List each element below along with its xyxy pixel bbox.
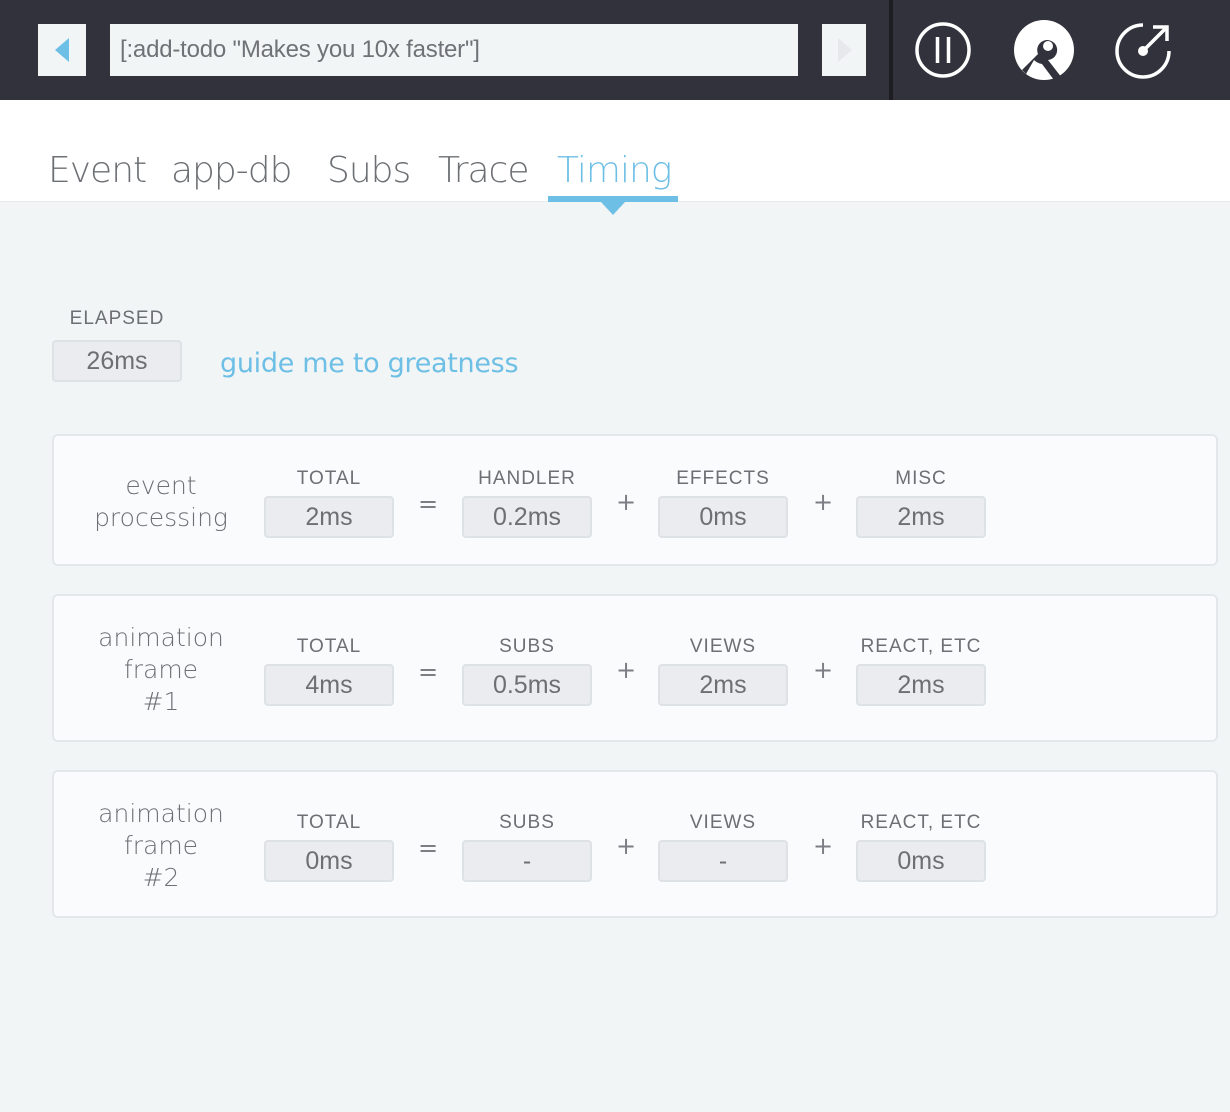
cell-label: REACT, ETC (860, 636, 982, 657)
plus-sign: + (812, 656, 834, 684)
tab-timing[interactable]: Timing (557, 148, 672, 194)
cell-value: 0.5ms (462, 664, 592, 706)
elapsed-value: 26ms (52, 340, 182, 382)
previous-event-button[interactable] (38, 24, 86, 76)
timing-cell-total: TOTAL 2ms (264, 468, 394, 538)
cell-value: 0ms (658, 496, 788, 538)
timing-cell-effects: EFFECTS 0ms (658, 468, 788, 538)
elapsed-label: ELAPSED (69, 308, 165, 329)
settings-wrench-icon (1014, 20, 1074, 80)
panel-title-line: processing (94, 503, 228, 532)
panel-title-line: frame (123, 655, 199, 684)
cell-value: 4ms (264, 664, 394, 706)
cell-label: TOTAL (296, 468, 362, 489)
tab-subs[interactable]: Subs (327, 148, 411, 194)
triangle-right-icon (838, 38, 852, 62)
timing-cell-subs: SUBS 0.5ms (462, 636, 592, 706)
pause-button[interactable] (911, 18, 975, 82)
settings-button[interactable] (1012, 18, 1076, 82)
timing-cell-views: VIEWS - (658, 812, 788, 882)
animation-frame-2-panel: animation frame #2 TOTAL 0ms = SUBS - + … (52, 770, 1218, 918)
animation-frame-1-panel: animation frame #1 TOTAL 4ms = SUBS 0.5m… (52, 594, 1218, 742)
cell-value: - (462, 840, 592, 882)
panel-title-line: event (125, 471, 197, 500)
timing-cell-react: REACT, ETC 2ms (856, 636, 986, 706)
cell-label: REACT, ETC (860, 812, 982, 833)
plus-sign: + (615, 832, 637, 860)
popout-icon (1115, 23, 1171, 79)
cell-value: 2ms (658, 664, 788, 706)
cell-label: TOTAL (296, 636, 362, 657)
plus-sign: + (812, 832, 834, 860)
panel-title-line: animation (98, 799, 224, 828)
timing-cell-react: REACT, ETC 0ms (856, 812, 986, 882)
cell-value: 2ms (856, 496, 986, 538)
tab-trace[interactable]: Trace (438, 148, 530, 194)
tab-app-db[interactable]: app-db (171, 148, 292, 194)
panel-title-line: frame (123, 831, 199, 860)
next-event-button[interactable] (822, 24, 866, 76)
timing-cell-total: TOTAL 4ms (264, 636, 394, 706)
timing-cell-subs: SUBS - (462, 812, 592, 882)
cell-value: 2ms (856, 664, 986, 706)
cell-value: 2ms (264, 496, 394, 538)
cell-label: SUBS (499, 636, 555, 657)
timing-cell-misc: MISC 2ms (856, 468, 986, 538)
equals-sign: = (417, 658, 439, 686)
cell-value: 0ms (264, 840, 394, 882)
top-toolbar: [:add-todo "Makes you 10x faster"] (0, 0, 1230, 100)
cell-label: SUBS (499, 812, 555, 833)
equals-sign: = (417, 834, 439, 862)
plus-sign: + (615, 488, 637, 516)
cell-value: 0ms (856, 840, 986, 882)
pause-icon (915, 22, 971, 78)
equals-sign: = (417, 490, 439, 518)
tab-event[interactable]: Event (48, 148, 147, 194)
cell-label: VIEWS (689, 636, 757, 657)
plus-sign: + (615, 656, 637, 684)
cell-label: HANDLER (478, 468, 576, 489)
cell-label: EFFECTS (676, 468, 770, 489)
triangle-left-icon (55, 38, 69, 62)
cell-value: - (658, 840, 788, 882)
cell-label: TOTAL (296, 812, 362, 833)
event-processing-panel: event processing TOTAL 2ms = HANDLER 0.2… (52, 434, 1218, 566)
event-display: [:add-todo "Makes you 10x faster"] (110, 24, 798, 76)
cell-label: MISC (895, 468, 947, 489)
panel-title: event processing (54, 470, 268, 534)
active-tab-pointer (601, 202, 625, 215)
panel-title: animation frame #1 (54, 622, 268, 718)
timing-cell-handler: HANDLER 0.2ms (462, 468, 592, 538)
plus-sign: + (812, 488, 834, 516)
cell-value: 0.2ms (462, 496, 592, 538)
panel-title-line: #1 (142, 687, 180, 716)
guide-link[interactable]: guide me to greatness (220, 348, 519, 379)
popout-button[interactable] (1112, 18, 1176, 82)
timing-cell-views: VIEWS 2ms (658, 636, 788, 706)
panel-title: animation frame #2 (54, 798, 268, 894)
panel-title-line: animation (98, 623, 224, 652)
timing-cell-total: TOTAL 0ms (264, 812, 394, 882)
cell-label: VIEWS (689, 812, 757, 833)
toolbar-divider (889, 0, 893, 100)
panel-title-line: #2 (142, 863, 180, 892)
